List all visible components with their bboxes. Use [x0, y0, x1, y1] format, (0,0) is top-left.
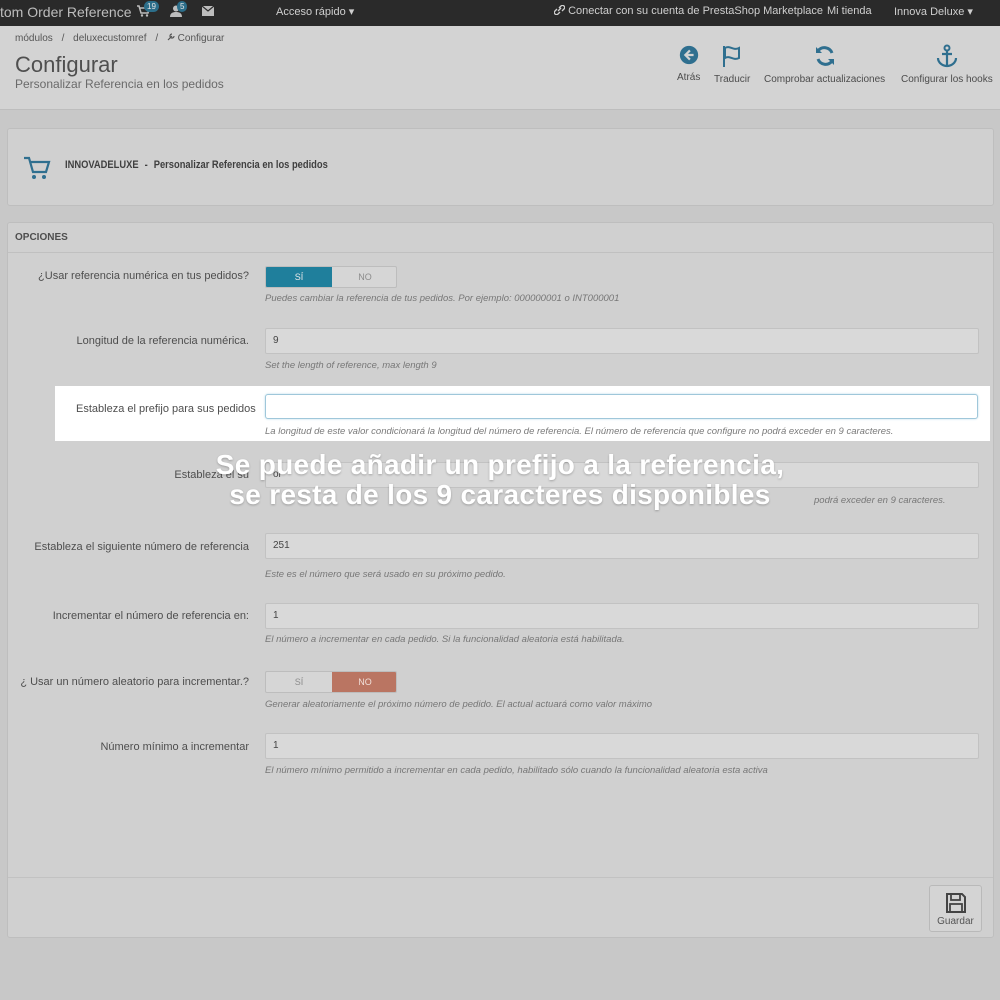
increment-label: Incrementar el número de referencia en: — [52, 610, 249, 622]
length-help: Set the length of reference, max length … — [265, 360, 437, 371]
top-navbar: tom Order Reference 19 5 Acceso rápido ▾… — [0, 0, 1000, 26]
configure-hooks-button[interactable]: Configurar los hooks — [901, 44, 993, 85]
shopping-cart-icon — [24, 156, 51, 179]
back-button-label: Atrás — [677, 72, 701, 83]
messages-envelope-icon[interactable] — [201, 5, 218, 19]
my-shop-link[interactable]: Mi tienda — [827, 5, 872, 17]
quick-access-menu[interactable]: Acceso rápido ▾ — [276, 5, 354, 18]
length-input[interactable]: 9 — [265, 328, 979, 354]
random-yes[interactable]: SÍ — [266, 672, 332, 692]
page-subtitle: Personalizar Referencia en los pedidos — [15, 77, 224, 91]
refresh-icon — [815, 46, 834, 66]
configure-hooks-label: Configurar los hooks — [901, 74, 993, 85]
module-header-panel: INNOVADELUXE - Personalizar Referencia e… — [7, 128, 994, 206]
min-increment-help: El número mínimo permitido a incrementar… — [265, 765, 768, 776]
orders-cart-icon[interactable]: 19 — [137, 1, 159, 19]
customers-badge: 5 — [177, 1, 188, 12]
page-title: Configurar — [15, 52, 118, 77]
use-numeric-label: ¿Usar referencia numérica en tus pedidos… — [38, 270, 249, 282]
prefix-help: La longitud de este valor condicionará l… — [265, 426, 894, 437]
customers-icon[interactable]: 5 — [170, 1, 188, 19]
module-name: Personalizar Referencia en los pedidos — [153, 159, 328, 171]
link-icon — [553, 4, 566, 16]
length-label: Longitud de la referencia numérica. — [76, 335, 249, 347]
use-numeric-no[interactable]: NO — [332, 267, 396, 287]
use-numeric-yes[interactable]: SÍ — [266, 267, 332, 287]
use-numeric-help: Puedes cambiar la referencia de tus pedi… — [265, 293, 620, 304]
save-button-label: Guardar — [937, 916, 974, 927]
prefix-input[interactable] — [265, 394, 978, 419]
next-number-help: Este es el número que será usado en su p… — [265, 569, 506, 580]
breadcrumb-item: Configurar — [177, 33, 225, 44]
random-label: ¿ Usar un número aleatorio para incremen… — [20, 676, 249, 688]
overlay-caption-line-1: Se puede añadir un prefijo a la referenc… — [215, 449, 785, 480]
breadcrumb: módulos / deluxecustomref / Configurar — [15, 33, 225, 44]
panel-footer-divider — [8, 877, 993, 878]
wrench-icon — [167, 33, 178, 44]
min-increment-label: Número mínimo a incrementar — [100, 741, 249, 753]
check-updates-button[interactable]: Comprobar actualizaciones — [764, 44, 885, 85]
floppy-disk-icon — [945, 893, 966, 913]
options-heading: OPCIONES — [8, 223, 993, 253]
overlay-caption-line-2: se resta de los 9 caracteres disponibles — [229, 479, 771, 510]
module-title: INNOVADELUXE - Personalizar Referencia e… — [65, 159, 328, 171]
breadcrumb-item[interactable]: módulos — [15, 33, 53, 44]
back-circle-icon — [679, 45, 698, 65]
breadcrumb-item[interactable]: deluxecustomref — [73, 33, 146, 44]
flag-icon — [723, 46, 741, 67]
use-numeric-toggle[interactable]: SÍ NO — [265, 266, 397, 288]
random-help: Generar aleatoriamente el próximo número… — [265, 699, 653, 710]
next-number-input[interactable]: 251 — [265, 533, 979, 559]
account-menu[interactable]: Innova Deluxe ▾ — [894, 5, 973, 18]
orders-badge: 19 — [144, 1, 159, 12]
increment-help: El número a incrementar en cada pedido. … — [265, 634, 625, 645]
page-header: módulos / deluxecustomref / Configurar C… — [0, 26, 1000, 110]
back-button[interactable]: Atrás — [677, 44, 700, 83]
save-button[interactable]: Guardar — [929, 885, 982, 932]
anchor-icon — [936, 44, 957, 68]
options-panel: OPCIONES ¿Usar referencia numérica en tu… — [7, 222, 994, 938]
random-toggle[interactable]: SÍ NO — [265, 671, 397, 693]
min-increment-input[interactable]: 1 — [265, 733, 979, 759]
translate-button[interactable]: Traducir — [714, 44, 750, 85]
translate-button-label: Traducir — [714, 74, 751, 85]
app-title: tom Order Reference — [0, 4, 132, 20]
increment-input[interactable]: 1 — [265, 603, 979, 629]
prefix-label: Estableza el prefijo para sus pedidos — [76, 403, 256, 415]
next-number-label: Estableza el siguiente número de referen… — [34, 541, 249, 553]
check-updates-label: Comprobar actualizaciones — [764, 74, 886, 85]
marketplace-link-label: Conectar con su cuenta de PrestaShop Mar… — [568, 5, 824, 17]
module-brand: INNOVADELUXE — [65, 159, 139, 171]
marketplace-link[interactable]: Conectar con su cuenta de PrestaShop Mar… — [553, 4, 824, 17]
prefix-row-highlight: Estableza el prefijo para sus pedidos La… — [55, 386, 990, 441]
random-no[interactable]: NO — [332, 672, 396, 692]
